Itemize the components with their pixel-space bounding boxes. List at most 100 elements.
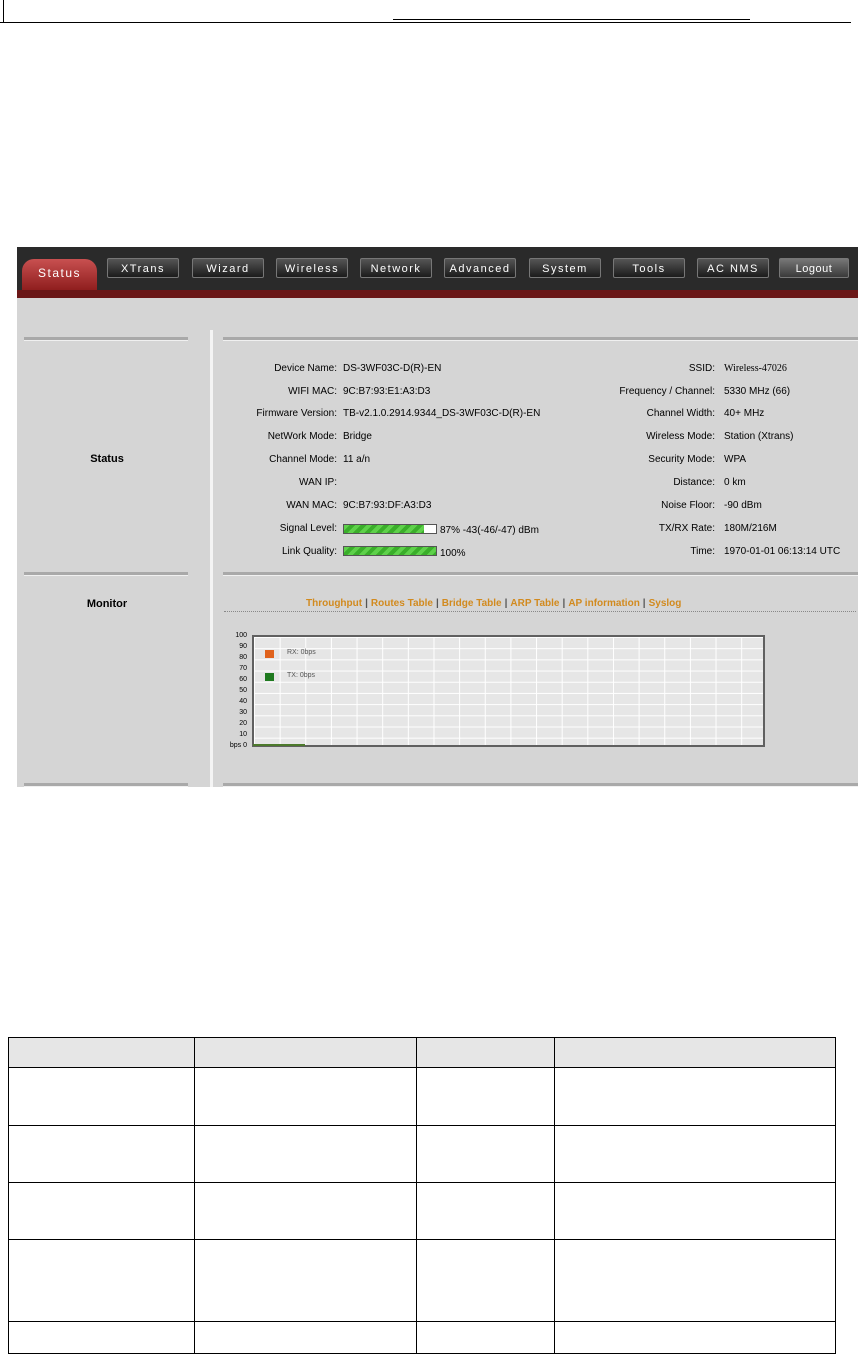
link-separator: | [562, 598, 566, 609]
y-tick-80: 80 [239, 654, 247, 661]
router-status-screenshot: Status XTrans Wizard Wireless Network Ad… [17, 247, 858, 787]
table-cell [8, 1067, 195, 1126]
tab-tools[interactable]: Tools [613, 258, 685, 278]
table-cell [8, 1182, 195, 1240]
bottom-left-rule [24, 783, 188, 787]
status-left-rule [24, 337, 188, 341]
wan-mac-label: WAN MAC: [286, 500, 337, 511]
wan-ip-label: WAN IP: [299, 477, 337, 488]
signal-level-bar-fill [344, 525, 425, 533]
link-separator: | [504, 598, 508, 609]
signal-level-value: 87% -43(-46/-47) dBm [440, 525, 539, 536]
page-margin-tick [3, 0, 4, 22]
noise-floor-value: -90 dBm [724, 500, 762, 511]
ssid-value: Wireless-47026 [724, 363, 787, 374]
table-cell [416, 1125, 555, 1183]
table-row [8, 1321, 836, 1354]
monitor-right-rule [223, 572, 858, 576]
y-tick-10: 10 [239, 731, 247, 738]
rx-legend-label: RX: 0bps [287, 649, 316, 656]
tab-xtrans[interactable]: XTrans [107, 258, 179, 278]
link-syslog[interactable]: Syslog [649, 598, 682, 609]
table-cell [194, 1321, 417, 1354]
table-row [8, 1182, 836, 1240]
top-nav-bar: Status XTrans Wizard Wireless Network Ad… [17, 247, 858, 290]
monitor-left-rule [24, 572, 188, 576]
tab-network[interactable]: Network [360, 258, 432, 278]
table-cell [194, 1239, 417, 1322]
tx-legend-label: TX: 0bps [287, 672, 316, 679]
y-tick-30: 30 [239, 709, 247, 716]
wireless-mode-label: Wireless Mode: [646, 431, 715, 442]
tx-legend-swatch [265, 673, 274, 681]
table-cell [554, 1321, 836, 1354]
table-cell [416, 1182, 555, 1240]
channel-mode-value: 11 a/n [343, 454, 371, 465]
signal-level-label: Signal Level: [279, 523, 337, 534]
page-header-rule [0, 22, 851, 23]
y-tick-0: bps 0 [229, 742, 247, 749]
tab-system[interactable]: System [529, 258, 601, 278]
table-cell [416, 1321, 555, 1354]
firmware-version-label: Firmware Version: [256, 408, 337, 419]
wireless-mode-value: Station (Xtrans) [724, 431, 794, 442]
y-tick-50: 50 [239, 687, 247, 694]
link-throughput[interactable]: Throughput [306, 598, 362, 609]
link-routes-table[interactable]: Routes Table [371, 598, 433, 609]
link-separator: | [642, 598, 646, 609]
link-arp-table[interactable]: ARP Table [510, 598, 559, 609]
time-label: Time: [690, 546, 715, 557]
tab-wizard[interactable]: Wizard [192, 258, 264, 278]
table-header-cell [194, 1037, 417, 1068]
frequency-channel-value: 5330 MHz (66) [724, 386, 791, 397]
section-label-monitor: Monitor [86, 598, 128, 610]
distance-value: 0 km [724, 477, 746, 488]
table-cell [194, 1067, 417, 1126]
device-name-label: Device Name: [274, 363, 337, 374]
network-mode-label: NetWork Mode: [267, 431, 337, 442]
tab-wireless[interactable]: Wireless [276, 258, 348, 278]
channel-width-label: Channel Width: [646, 408, 715, 419]
link-ap-information[interactable]: AP information [568, 598, 639, 609]
throughput-line [253, 744, 305, 746]
rx-legend-swatch [265, 650, 274, 658]
tab-ac-nms[interactable]: AC NMS [697, 258, 769, 278]
ssid-label: SSID: [688, 363, 715, 374]
wifi-mac-label: WIFI MAC: [288, 386, 337, 397]
table-cell [554, 1239, 836, 1322]
y-tick-40: 40 [239, 698, 247, 705]
wan-mac-value: 9C:B7:93:DF:A3:D3 [343, 500, 432, 511]
signal-level-bar [343, 524, 437, 534]
firmware-version-value: TB-v2.1.0.2914.9344_DS-3WF03C-D(R)-EN [343, 408, 541, 419]
tab-status[interactable]: Status [22, 259, 97, 290]
wifi-mac-value: 9C:B7:93:E1:A3:D3 [343, 386, 431, 397]
y-tick-90: 90 [239, 643, 247, 650]
y-tick-100: 100 [235, 632, 247, 639]
link-quality-bar-fill [344, 547, 436, 555]
channel-mode-label: Channel Mode: [269, 454, 337, 465]
link-quality-bar [343, 546, 437, 556]
column-divider [210, 330, 213, 787]
link-separator: | [435, 598, 439, 609]
link-quality-label: Link Quality: [281, 546, 337, 557]
security-mode-value: WPA [724, 454, 747, 465]
link-bridge-table[interactable]: Bridge Table [442, 598, 502, 609]
device-name-value: DS-3WF03C-D(R)-EN [343, 363, 442, 374]
table-cell [8, 1239, 195, 1322]
table-row [8, 1125, 836, 1183]
table-cell [8, 1125, 195, 1183]
throughput-chart [252, 635, 765, 747]
time-value: 1970-01-01 06:13:14 UTC [724, 546, 841, 557]
table-row [8, 1067, 836, 1126]
logout-button[interactable]: Logout [779, 258, 849, 278]
channel-width-value: 40+ MHz [724, 408, 765, 419]
bottom-right-rule [223, 783, 858, 787]
network-mode-value: Bridge [343, 431, 372, 442]
table-row [8, 1239, 836, 1322]
monitor-links: Throughput | Routes Table | Bridge Table | ARP… [306, 598, 681, 609]
links-dotted-rule [224, 611, 856, 612]
link-quality-value: 100% [440, 548, 466, 559]
y-tick-60: 60 [239, 676, 247, 683]
tab-advanced[interactable]: Advanced [444, 258, 516, 278]
table-cell [554, 1182, 836, 1240]
